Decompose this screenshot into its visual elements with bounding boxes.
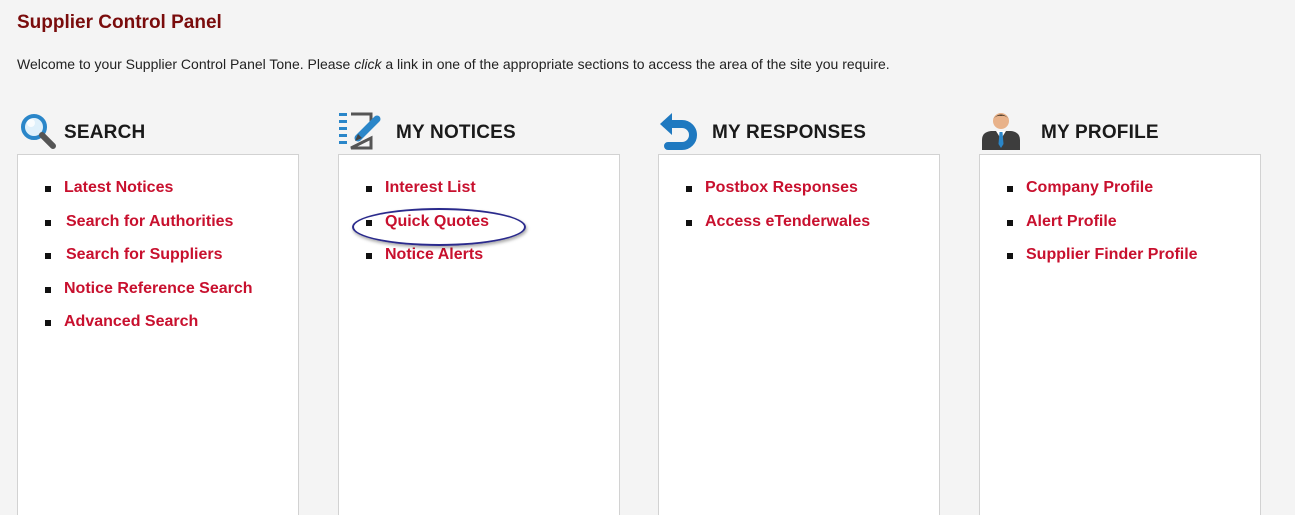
notice-reference-search-link[interactable]: Notice Reference Search (64, 280, 253, 298)
bullet-icon (45, 320, 51, 326)
page-title: Supplier Control Panel (17, 12, 222, 33)
my-responses-links-box: Postbox Responses Access eTenderwales (658, 154, 940, 515)
my-responses-section: MY RESPONSES Postbox Responses Access eT… (658, 110, 958, 515)
bullet-icon (1007, 186, 1013, 192)
search-links-box: Latest Notices Search for Authorities Se… (17, 154, 299, 515)
bullet-icon (366, 186, 372, 192)
interest-list-link[interactable]: Interest List (385, 179, 476, 197)
welcome-text-emphasis: click (354, 56, 382, 72)
advanced-search-link[interactable]: Advanced Search (64, 313, 198, 331)
bullet-icon (366, 253, 372, 259)
bullet-icon (45, 253, 51, 259)
my-responses-section-header: MY RESPONSES (658, 110, 958, 154)
latest-notices-link[interactable]: Latest Notices (64, 179, 173, 197)
bullet-icon (686, 186, 692, 192)
user-profile-icon (979, 110, 1023, 154)
return-arrow-icon (658, 110, 702, 154)
my-notices-section-header: MY NOTICES (338, 110, 638, 154)
bullet-icon (686, 219, 692, 226)
bullet-icon (45, 219, 51, 226)
alert-profile-link[interactable]: Alert Profile (1026, 213, 1117, 231)
quick-quotes-highlight-ring (352, 208, 526, 246)
my-notices-links-box: Interest List Quick Quotes Notice Alerts (338, 154, 620, 515)
bullet-icon (45, 286, 51, 293)
access-etenderwales-link[interactable]: Access eTenderwales (705, 213, 870, 231)
search-section-header: SEARCH (17, 110, 317, 154)
my-notices-section-title: MY NOTICES (396, 122, 516, 143)
notepad-pencil-icon (338, 110, 382, 154)
search-section: SEARCH Latest Notices Search for Authori… (17, 110, 317, 515)
search-suppliers-link[interactable]: Search for Suppliers (66, 246, 223, 264)
magnifier-icon (17, 110, 61, 154)
my-responses-section-title: MY RESPONSES (712, 122, 867, 143)
my-profile-links-box: Company Profile Alert Profile Supplier F… (979, 154, 1261, 515)
bullet-icon (45, 186, 51, 192)
bullet-icon (1007, 219, 1013, 226)
bullet-icon (1007, 253, 1013, 259)
company-profile-link[interactable]: Company Profile (1026, 179, 1153, 197)
welcome-text-start: Welcome to your Supplier Control Panel T… (17, 56, 355, 72)
welcome-text: Welcome to your Supplier Control Panel T… (17, 56, 890, 72)
search-authorities-link[interactable]: Search for Authorities (66, 213, 233, 231)
my-profile-section-title: MY PROFILE (1041, 122, 1159, 143)
search-section-title: SEARCH (64, 122, 146, 143)
notice-alerts-link[interactable]: Notice Alerts (385, 246, 483, 264)
my-profile-section-header: MY PROFILE (979, 110, 1279, 154)
welcome-text-end: a link in one of the appropriate section… (381, 56, 890, 72)
my-profile-section: MY PROFILE Company Profile Alert Profile… (979, 110, 1279, 515)
supplier-finder-profile-link[interactable]: Supplier Finder Profile (1026, 246, 1198, 264)
my-notices-section: MY NOTICES Interest List Quick Quotes No… (338, 110, 638, 515)
postbox-responses-link[interactable]: Postbox Responses (705, 179, 858, 197)
